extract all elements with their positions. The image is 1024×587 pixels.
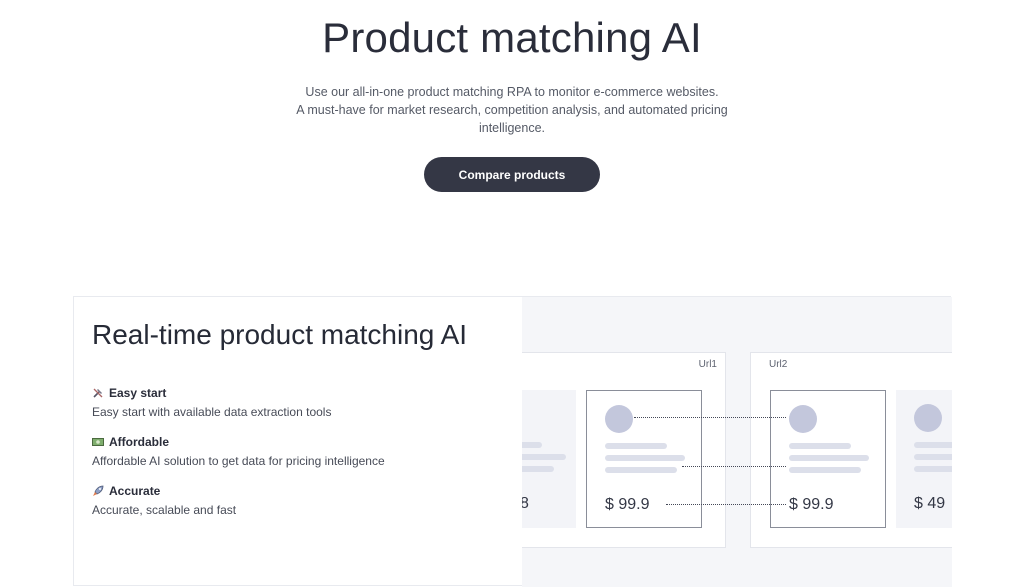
product-card: $ 99.9 xyxy=(586,390,702,528)
url-label-1: Url1 xyxy=(698,359,717,370)
feature-text-column: Real-time product matching AI Easy start… xyxy=(92,317,512,533)
placeholder-line xyxy=(914,454,952,460)
product-image-placeholder xyxy=(605,405,633,433)
product-card: $ 99.9 xyxy=(770,390,886,528)
feature-item-title-text: Affordable xyxy=(109,435,169,449)
match-connector xyxy=(634,417,786,418)
placeholder-line xyxy=(605,455,685,461)
placeholder-line xyxy=(789,455,869,461)
rocket-icon xyxy=(93,485,104,496)
feature-item-desc: Accurate, scalable and fast xyxy=(92,503,237,517)
placeholder-line xyxy=(522,442,542,448)
feature-item-accurate: Accurate Accurate, scalable and fast xyxy=(92,484,512,517)
product-price: 8 xyxy=(522,495,529,512)
feature-list: Easy start Easy start with available dat… xyxy=(92,386,512,517)
feature-item-title: Accurate xyxy=(92,484,512,498)
match-connector xyxy=(682,466,786,467)
match-connector xyxy=(666,504,786,505)
tools-icon xyxy=(93,388,103,398)
placeholder-line xyxy=(789,443,851,449)
product-card: 8 xyxy=(522,390,576,528)
feature-item-desc: Easy start with available data extractio… xyxy=(92,405,332,419)
url-label-2: Url2 xyxy=(769,359,788,370)
product-price: $ 99.9 xyxy=(789,496,834,513)
placeholder-line xyxy=(605,467,677,473)
placeholder-line xyxy=(605,443,667,449)
product-matching-illustration: Url1 Url2 8 $ 99.9 $ 99.9 $ 49 xyxy=(522,297,952,587)
hero-subtitle-line-1: Use our all-in-one product matching RPA … xyxy=(305,85,719,99)
page-title: Product matching AI xyxy=(322,14,702,61)
feature-item-title-text: Accurate xyxy=(109,484,161,498)
hero-subtitle-line-2: A must-have for market research, competi… xyxy=(296,103,728,117)
placeholder-line xyxy=(522,466,554,472)
hero-subtitle-line-3: intelligence. xyxy=(478,121,545,135)
feature-item-title: Easy start xyxy=(92,386,512,400)
feature-card: Real-time product matching AI Easy start… xyxy=(73,296,952,587)
compare-products-button[interactable]: Compare products xyxy=(424,157,600,192)
feature-item-desc: Affordable AI solution to get data for p… xyxy=(92,454,385,468)
product-price: $ 99.9 xyxy=(605,496,650,513)
money-icon xyxy=(92,438,104,446)
placeholder-line xyxy=(522,454,566,460)
product-image-placeholder xyxy=(914,404,942,432)
hero-subtitle: Use our all-in-one product matching RPA … xyxy=(0,83,1024,137)
placeholder-line xyxy=(789,467,861,473)
feature-heading: Real-time product matching AI xyxy=(92,319,468,350)
feature-item-easy-start: Easy start Easy start with available dat… xyxy=(92,386,512,419)
feature-item-affordable: Affordable Affordable AI solution to get… xyxy=(92,435,512,468)
placeholder-line xyxy=(914,442,952,448)
placeholder-line xyxy=(914,466,952,472)
product-price: $ 49 xyxy=(914,495,946,512)
feature-item-title-text: Easy start xyxy=(109,386,167,400)
product-image-placeholder xyxy=(789,405,817,433)
feature-item-title: Affordable xyxy=(92,435,512,449)
product-card: $ 49 xyxy=(896,390,952,528)
